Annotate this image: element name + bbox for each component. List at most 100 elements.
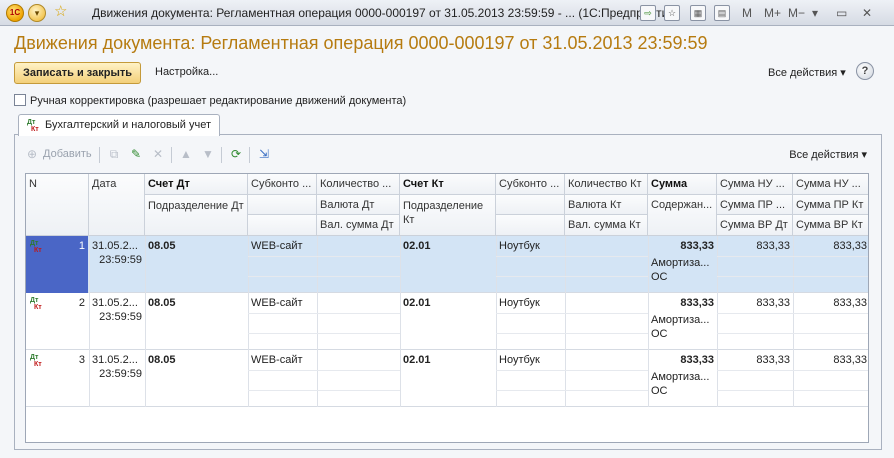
column-divider [317, 293, 318, 350]
row-subconto-kt: Ноутбук [499, 297, 540, 309]
back-forward-icon[interactable]: ⇨ [640, 5, 656, 21]
header-qty-kt[interactable]: Количество Кт [565, 174, 648, 195]
save-and-close-button[interactable]: Записать и закрыть [14, 62, 142, 84]
sub-row-divider [793, 390, 868, 391]
sub-row-divider [565, 276, 648, 277]
sub-row-divider [717, 276, 793, 277]
logo-icon[interactable]: 1С [6, 4, 24, 22]
settings-button[interactable]: Настройка... [155, 66, 218, 78]
manual-edit-label: Ручная корректировка (разрешает редактир… [30, 95, 407, 107]
column-divider [317, 350, 318, 407]
table-row[interactable]: Дт Кт 2 31.05.2... 23:59:59 08.05 WEB-сайт 02.0… [26, 293, 868, 350]
manual-edit-checkbox[interactable] [14, 94, 26, 106]
add-icon[interactable]: ⊕ [25, 147, 39, 161]
column-divider [400, 236, 401, 293]
table-row[interactable]: Дт Кт 3 31.05.2... 23:59:59 08.05 WEB-сайт 02.0… [26, 350, 868, 407]
postings-grid[interactable]: N Дата Счет Дт Субконто ... Количество .… [25, 173, 869, 443]
delete-icon[interactable]: ✕ [151, 147, 165, 161]
help-icon[interactable]: ? [856, 62, 874, 80]
header-sum-pr-kt[interactable]: Сумма ПР Кт [793, 195, 868, 215]
column-divider [400, 350, 401, 407]
star-icon[interactable]: ☆ [54, 4, 67, 20]
minimize-icon[interactable]: ▾ [812, 5, 818, 21]
header-sum-vr-kt[interactable]: Сумма ВР Кт [793, 215, 868, 236]
header-qty-dt[interactable]: Количество ... [317, 174, 400, 195]
row-number-cell[interactable]: Дт Кт 3 [26, 350, 88, 407]
header-curr-sum-dt[interactable]: Вал. сумма Дт [317, 215, 400, 236]
move-up-icon[interactable]: ▲ [179, 147, 193, 161]
tab-accounting[interactable]: Дт Кт Бухгалтерский и налоговый учет [18, 114, 221, 136]
memory-mminus-button[interactable]: M− [788, 5, 805, 21]
manual-edit-row[interactable]: Ручная корректировка (разрешает редактир… [14, 94, 406, 107]
row-content: Амортиза... [651, 314, 710, 326]
row-sum-nu-kt: 833,33 [833, 240, 867, 252]
row-number-cell[interactable]: Дт Кт 2 [26, 293, 88, 350]
header-curr-sum-kt[interactable]: Вал. сумма Кт [565, 215, 648, 236]
refresh-icon[interactable]: ⟳ [229, 147, 243, 161]
header-subconto-kt[interactable]: Субконто ... [496, 174, 565, 195]
header-curr-kt[interactable]: Валюта Кт [565, 195, 648, 215]
header-acct-dt[interactable]: Счет Дт [145, 174, 248, 195]
header-sum-nu-dt[interactable]: Сумма НУ ... [717, 174, 793, 195]
column-divider [565, 236, 566, 293]
header-subconto-kt-3[interactable] [496, 215, 565, 236]
copy-icon[interactable]: ⧉ [107, 147, 121, 161]
menu-arrow-icon[interactable]: ▾ [28, 4, 46, 22]
header-sum-nu-kt[interactable]: Сумма НУ ... [793, 174, 868, 195]
favorites-icon[interactable]: ☆ [664, 5, 680, 21]
header-date[interactable]: Дата [89, 174, 145, 236]
column-divider [648, 293, 649, 350]
header-dept-dt[interactable]: Подразделение Дт [145, 195, 248, 236]
row-number-cell[interactable]: Дт Кт 1 [26, 236, 88, 293]
grid-toolbar: ⊕ Добавить ⧉ ✎ ✕ ▲ ▼ ⟳ ⇲ Все действия ▾ [23, 145, 873, 165]
column-divider [248, 293, 249, 350]
header-subconto-dt-2[interactable] [248, 195, 317, 215]
memory-m-button[interactable]: M [742, 5, 752, 21]
header-subconto-dt[interactable]: Субконто ... [248, 174, 317, 195]
column-divider [145, 350, 146, 407]
sub-row-divider [248, 333, 317, 334]
restore-icon[interactable]: ▭ [836, 5, 847, 21]
column-divider [565, 350, 566, 407]
header-sum[interactable]: Сумма [648, 174, 717, 195]
grid-all-actions-button[interactable]: Все действия ▾ [789, 148, 867, 161]
edit-icon[interactable]: ✎ [129, 147, 143, 161]
header-content[interactable]: Содержан... [648, 195, 717, 236]
row-subconto-dt: WEB-сайт [251, 297, 303, 309]
close-icon[interactable]: ✕ [862, 5, 872, 21]
window-title: Движения документа: Регламентная операци… [92, 6, 680, 20]
header-n[interactable]: N [26, 174, 89, 236]
sub-row-divider [717, 333, 793, 334]
header-subconto-dt-3[interactable] [248, 215, 317, 236]
header-dept-kt[interactable]: Подразделение Кт [400, 195, 496, 236]
window-title-bar: 1С ▾ ☆ Движения документа: Регламентная … [0, 0, 894, 26]
calendar-icon[interactable]: ▤ [714, 5, 730, 21]
column-divider [89, 236, 90, 293]
row-content-2: ОС [651, 385, 668, 397]
column-divider [89, 350, 90, 407]
row-sum-nu-kt: 833,33 [833, 354, 867, 366]
table-row[interactable]: Дт Кт 1 31.05.2... 23:59:59 08.05 WEB-сайт 02.0… [26, 236, 868, 293]
toolbar-divider [249, 147, 250, 163]
dtkt-icon: Дт Кт [30, 354, 42, 368]
toolbar-divider [221, 147, 222, 163]
memory-mplus-button[interactable]: M+ [764, 5, 781, 21]
add-button[interactable]: Добавить [43, 148, 92, 160]
sub-row-divider [248, 313, 317, 314]
header-sum-pr-dt[interactable]: Сумма ПР ... [717, 195, 793, 215]
sub-row-divider [717, 256, 793, 257]
row-sum-nu-dt: 833,33 [756, 240, 790, 252]
header-curr-dt[interactable]: Валюта Дт [317, 195, 400, 215]
row-subconto-kt: Ноутбук [499, 240, 540, 252]
all-actions-button[interactable]: Все действия ▾ [768, 66, 846, 79]
column-divider [496, 350, 497, 407]
sub-row-divider [317, 256, 400, 257]
header-sum-vr-dt[interactable]: Сумма ВР Дт [717, 215, 793, 236]
column-divider [317, 236, 318, 293]
move-down-icon[interactable]: ▼ [201, 147, 215, 161]
calculator-icon[interactable]: ▦ [690, 5, 706, 21]
export-icon[interactable]: ⇲ [257, 147, 271, 161]
row-acct-kt: 02.01 [403, 354, 431, 366]
header-subconto-kt-2[interactable] [496, 195, 565, 215]
header-acct-kt[interactable]: Счет Кт [400, 174, 496, 195]
